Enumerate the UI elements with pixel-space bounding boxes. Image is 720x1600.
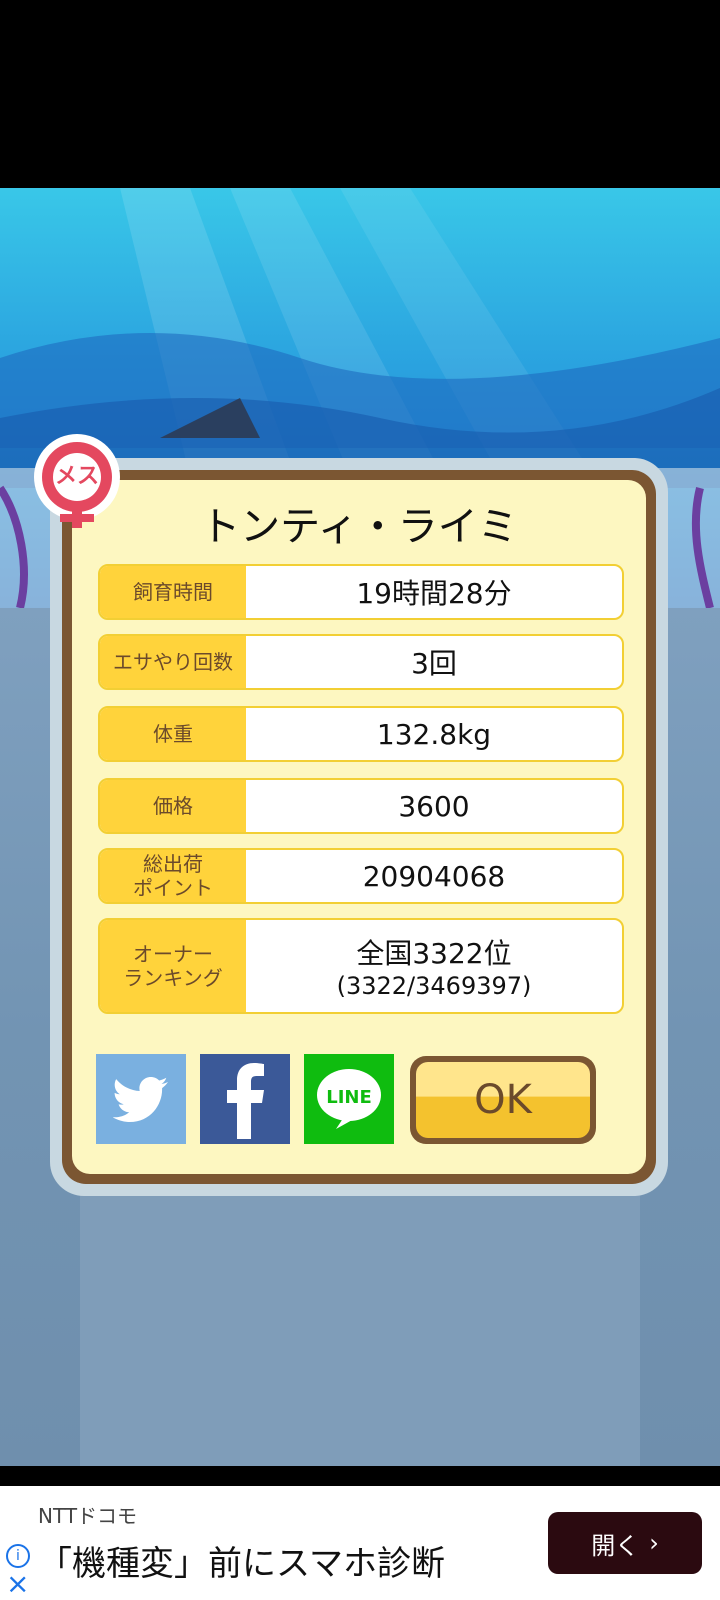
stat-label: 体重 [100,708,246,760]
ranking-value: 全国3322位 [356,937,512,970]
ad-brand: NTTドコモ [38,1504,138,1528]
stat-value: 132.8kg [376,717,492,751]
stat-label: 飼育時間 [100,566,246,618]
line-share-button[interactable]: LINE [304,1054,394,1144]
fish-name: トンティ・ライミ [200,504,518,550]
stat-value: 20904068 [362,859,506,893]
ok-button[interactable]: OK [410,1056,596,1144]
ad-open-button[interactable]: 開く › [548,1512,702,1574]
stat-label: 総出荷 ポイント [100,850,246,902]
stat-row-ranking: オーナー ランキング 全国3322位 (3322/3469397) [98,918,624,1014]
stat-value: 3600 [398,789,470,823]
stat-row: エサやり回数 3回 [98,634,624,690]
ad-info-icon[interactable]: i [6,1544,30,1568]
stat-value: 全国3322位 (3322/3469397) [246,920,622,1012]
stat-row: 価格 3600 [98,778,624,834]
ok-button-label: OK [416,1062,590,1138]
ad-headline[interactable]: 「機種変」前にスマホ診断 [38,1536,445,1585]
facebook-icon [200,1054,290,1144]
line-icon-label: LINE [326,1086,372,1108]
ad-banner[interactable]: NTTドコモ 「機種変」前にスマホ診断 i × 開く › [0,1486,720,1600]
stat-row: 体重 132.8kg [98,706,624,762]
ad-close-icon[interactable]: × [6,1570,29,1598]
chevron-right-icon: › [649,1529,659,1557]
stat-label: エサやり回数 [100,636,246,688]
sea-path [80,1168,640,1466]
ad-open-label: 開く [591,1531,640,1560]
twitter-icon [96,1054,186,1144]
stat-row: 総出荷 ポイント 20904068 [98,848,624,904]
stat-row: 飼育時間 19時間28分 [98,564,624,620]
ranking-detail: (3322/3469397) [336,972,532,1000]
system-bar-gap [0,1466,720,1486]
stat-value: 19時間28分 [356,577,512,610]
twitter-share-button[interactable] [96,1054,186,1144]
stat-label: 価格 [100,780,246,832]
facebook-share-button[interactable] [200,1054,290,1144]
stat-value: 3回 [411,647,457,680]
stat-label: オーナー ランキング [100,920,246,1012]
